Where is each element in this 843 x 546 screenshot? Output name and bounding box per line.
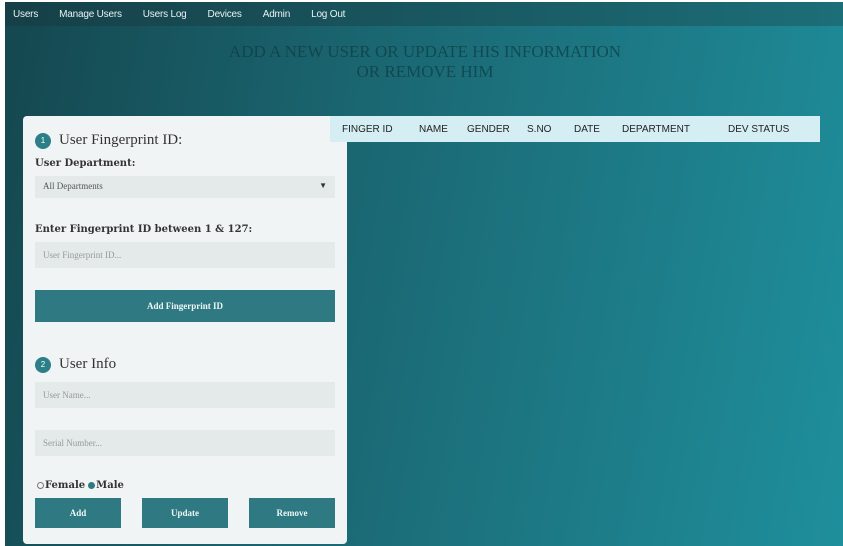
user-info-heading-text: User Info [59, 356, 117, 372]
user-form-panel: 1 User Fingerprint ID: User Department: … [23, 116, 347, 544]
fingerprint-id-input[interactable]: User Fingerprint ID... [35, 242, 335, 268]
nav-users[interactable]: Users [13, 9, 38, 20]
gender-male-radio[interactable] [88, 482, 96, 489]
gender-female-radio[interactable] [37, 482, 44, 489]
user-name-input[interactable]: User Name... [35, 382, 335, 408]
column-date[interactable]: DATE [574, 124, 600, 135]
gender-female-label: Female [45, 480, 86, 491]
column-department[interactable]: DEPARTMENT [622, 124, 690, 135]
fingerprint-id-placeholder: User Fingerprint ID... [43, 250, 122, 260]
nav-log-out[interactable]: Log Out [311, 9, 345, 20]
department-select-value: All Departments [43, 181, 103, 191]
column-name[interactable]: NAME [419, 124, 448, 135]
gender-options: Female Male [37, 480, 124, 491]
add-user-button[interactable]: Add [35, 498, 121, 528]
chevron-down-icon: ▼ [319, 181, 327, 190]
page-title-line-1: ADD A NEW USER OR UPDATE HIS INFORMATION [228, 42, 622, 61]
nav-admin[interactable]: Admin [263, 9, 291, 20]
user-name-placeholder: User Name... [43, 390, 91, 400]
remove-user-button-label: Remove [276, 508, 308, 518]
add-user-button-label: Add [69, 508, 87, 518]
step-1-badge: 1 [35, 132, 51, 149]
page-title: ADD A NEW USER OR UPDATE HIS INFORMATION… [165, 42, 685, 82]
page-title-line-2: OR REMOVE HIM [356, 62, 494, 81]
gender-male-label: Male [96, 480, 124, 491]
serial-number-input[interactable]: Serial Number... [35, 430, 335, 456]
department-label: User Department: [35, 158, 136, 169]
fingerprint-heading: 1 User Fingerprint ID: [35, 132, 182, 149]
column-serial-number[interactable]: S.NO [527, 124, 551, 135]
fingerprint-id-label: Enter Fingerprint ID between 1 & 127: [35, 224, 253, 235]
update-user-button[interactable]: Update [142, 498, 228, 528]
top-navigation: Users Manage Users Users Log Devices Adm… [5, 2, 843, 26]
fingerprint-heading-text: User Fingerprint ID: [59, 132, 183, 148]
update-user-button-label: Update [170, 508, 199, 518]
step-2-badge: 2 [35, 356, 51, 373]
column-gender[interactable]: GENDER [467, 124, 510, 135]
users-table-header: FINGER ID NAME GENDER S.NO DATE DEPARTME… [330, 116, 820, 142]
nav-manage-users[interactable]: Manage Users [59, 9, 122, 20]
remove-user-button[interactable]: Remove [249, 498, 335, 528]
serial-number-placeholder: Serial Number... [43, 438, 102, 448]
app-background: Users Manage Users Users Log Devices Adm… [5, 2, 843, 546]
column-finger-id[interactable]: FINGER ID [342, 124, 393, 135]
add-fingerprint-button-label: Add Fingerprint ID [146, 301, 223, 311]
add-fingerprint-button[interactable]: Add Fingerprint ID [35, 290, 335, 322]
nav-devices[interactable]: Devices [208, 9, 242, 20]
nav-users-log[interactable]: Users Log [143, 9, 187, 20]
department-select[interactable]: All Departments ▼ [35, 176, 335, 198]
user-info-heading: 2 User Info [35, 356, 116, 373]
column-device-status[interactable]: DEV STATUS [728, 124, 789, 135]
